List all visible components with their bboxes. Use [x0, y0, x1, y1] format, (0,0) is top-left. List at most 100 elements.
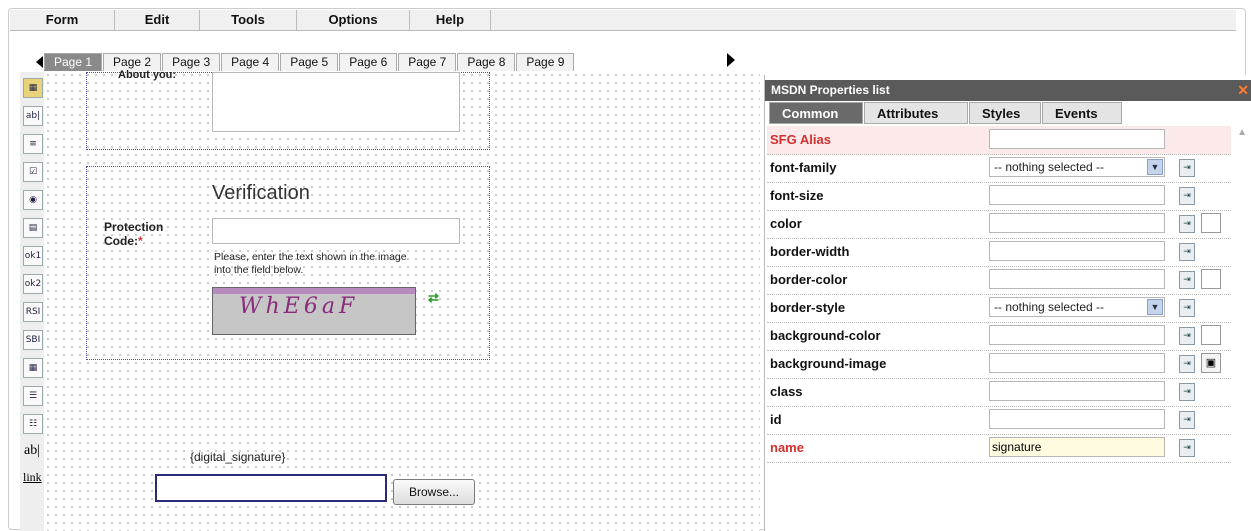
protection-code-input[interactable]	[212, 218, 460, 244]
select-value: -- nothing selected --	[994, 300, 1105, 314]
prop-name: background-image	[770, 356, 887, 371]
border-width-input[interactable]	[989, 241, 1165, 261]
required-mark: *	[138, 234, 143, 248]
class-input[interactable]	[989, 381, 1165, 401]
tab-page-9[interactable]: Page 9	[516, 53, 575, 71]
list2-tool-icon[interactable]: ☷	[23, 414, 43, 434]
prop-name: class	[770, 384, 803, 399]
color-swatch[interactable]	[1201, 269, 1221, 289]
tabs-scroll-right-icon[interactable]	[727, 53, 735, 67]
chevron-down-icon[interactable]: ▼	[1147, 299, 1163, 315]
apply-icon[interactable]: ⇥	[1179, 243, 1195, 261]
menu-options[interactable]: Options	[297, 10, 410, 30]
apply-icon[interactable]: ⇥	[1179, 327, 1195, 345]
menu-help[interactable]: Help	[410, 10, 491, 30]
prop-name: background-color	[770, 328, 881, 343]
prop-row-border-color: border-color ⇥	[767, 266, 1231, 295]
scroll-up-icon[interactable]: ▲	[1237, 127, 1247, 138]
label-tool-icon[interactable]: ab|	[23, 442, 41, 460]
checkbox-tool-icon[interactable]: ☑	[23, 162, 43, 182]
prop-row-font-family: font-family -- nothing selected -- ▼ ⇥	[767, 154, 1231, 183]
tab-attributes[interactable]: Attributes	[864, 102, 968, 124]
radio-tool-icon[interactable]: ◉	[23, 190, 43, 210]
apply-icon[interactable]: ⇥	[1179, 411, 1195, 429]
prop-name: id	[770, 412, 782, 427]
protection-label: Protection Code:*	[104, 220, 163, 248]
textarea-tool-icon[interactable]: ≡	[23, 134, 43, 154]
hint-line2: into the field below.	[214, 264, 304, 276]
color-input[interactable]	[989, 213, 1165, 233]
apply-icon[interactable]: ⇥	[1179, 271, 1195, 289]
about-textarea[interactable]	[212, 72, 460, 132]
prop-row-font-size: font-size ⇥	[767, 182, 1231, 211]
apply-icon[interactable]: ⇥	[1179, 383, 1195, 401]
prop-row-background-image: background-image ⇥ ▣	[767, 350, 1231, 379]
prop-row-background-color: background-color ⇥	[767, 322, 1231, 351]
prop-name: border-color	[770, 272, 848, 287]
prop-row-border-width: border-width ⇥	[767, 238, 1231, 267]
font-size-input[interactable]	[989, 185, 1165, 205]
prop-name: font-size	[770, 188, 824, 203]
name-input[interactable]: signature	[989, 437, 1165, 457]
close-icon[interactable]: ✕	[1237, 80, 1249, 101]
tab-page-6[interactable]: Page 6	[339, 53, 398, 71]
reset-button-tool-icon[interactable]: RSI	[23, 302, 43, 322]
id-input[interactable]	[989, 409, 1165, 429]
tab-page-1[interactable]: Page 1	[44, 53, 103, 71]
border-color-input[interactable]	[989, 269, 1165, 289]
captcha-refresh-icon[interactable]: ⇄	[428, 290, 439, 306]
apply-icon[interactable]: ⇥	[1179, 159, 1195, 177]
browse-button[interactable]: Browse...	[393, 479, 475, 505]
ok1-button-tool-icon[interactable]: ok1	[23, 246, 43, 266]
tab-page-4[interactable]: Page 4	[221, 53, 280, 71]
tab-page-8[interactable]: Page 8	[457, 53, 516, 71]
tabs-scroll-left-icon[interactable]	[36, 56, 43, 68]
background-color-input[interactable]	[989, 325, 1165, 345]
chevron-down-icon[interactable]: ▼	[1147, 159, 1163, 175]
color-swatch[interactable]	[1201, 325, 1221, 345]
prop-name: color	[770, 216, 802, 231]
link-tool-icon[interactable]: link	[23, 468, 42, 486]
captcha-image: WhE6aF	[212, 287, 416, 335]
apply-icon[interactable]: ⇥	[1179, 439, 1195, 457]
protection-label-line2: Code:	[104, 234, 138, 248]
captcha-text: WhE6aF	[239, 294, 359, 319]
color-swatch[interactable]	[1201, 213, 1221, 233]
ok2-button-tool-icon[interactable]: ok2	[23, 274, 43, 294]
select-tool-icon[interactable]: ▤	[23, 218, 43, 238]
protection-label-line1: Protection	[104, 220, 164, 234]
background-image-input[interactable]	[989, 353, 1165, 373]
menu-form[interactable]: Form	[10, 10, 115, 30]
properties-tabs: Common Attributes Styles Events	[769, 102, 1123, 124]
prop-row-name: name signature ⇥	[767, 434, 1231, 463]
tab-styles[interactable]: Styles	[969, 102, 1041, 124]
menu-tools[interactable]: Tools	[200, 10, 297, 30]
submit-button-tool-icon[interactable]: SBI	[23, 330, 43, 350]
prop-row-color: color ⇥	[767, 210, 1231, 239]
apply-icon[interactable]: ⇥	[1179, 299, 1195, 317]
form-tool-icon[interactable]: ▦	[23, 78, 43, 98]
apply-icon[interactable]: ⇥	[1179, 187, 1195, 205]
about-label: About you:	[118, 69, 177, 81]
prop-row-class: class ⇥	[767, 378, 1231, 407]
captcha-hint: Please, enter the text shown in the imag…	[214, 251, 464, 277]
apply-icon[interactable]: ⇥	[1179, 355, 1195, 373]
border-style-select[interactable]: -- nothing selected -- ▼	[989, 297, 1165, 317]
list-tool-icon[interactable]: ☰	[23, 386, 43, 406]
prop-name: SFG Alias	[770, 132, 831, 147]
tab-page-5[interactable]: Page 5	[280, 53, 339, 71]
tab-page-7[interactable]: Page 7	[398, 53, 457, 71]
font-family-select[interactable]: -- nothing selected -- ▼	[989, 157, 1165, 177]
file-input[interactable]	[155, 474, 387, 502]
verification-heading: Verification	[212, 182, 310, 204]
sfg-alias-input[interactable]	[989, 129, 1165, 149]
tab-common[interactable]: Common	[769, 102, 863, 124]
apply-icon[interactable]: ⇥	[1179, 215, 1195, 233]
image-picker-icon[interactable]: ▣	[1201, 353, 1221, 373]
prop-name: font-family	[770, 160, 837, 175]
grid-tool-icon[interactable]: ▦	[23, 358, 43, 378]
tab-events[interactable]: Events	[1042, 102, 1122, 124]
panel-title-text: MSDN Properties list	[771, 83, 890, 97]
textbox-tool-icon[interactable]: ab|	[23, 106, 43, 126]
menu-edit[interactable]: Edit	[115, 10, 200, 30]
